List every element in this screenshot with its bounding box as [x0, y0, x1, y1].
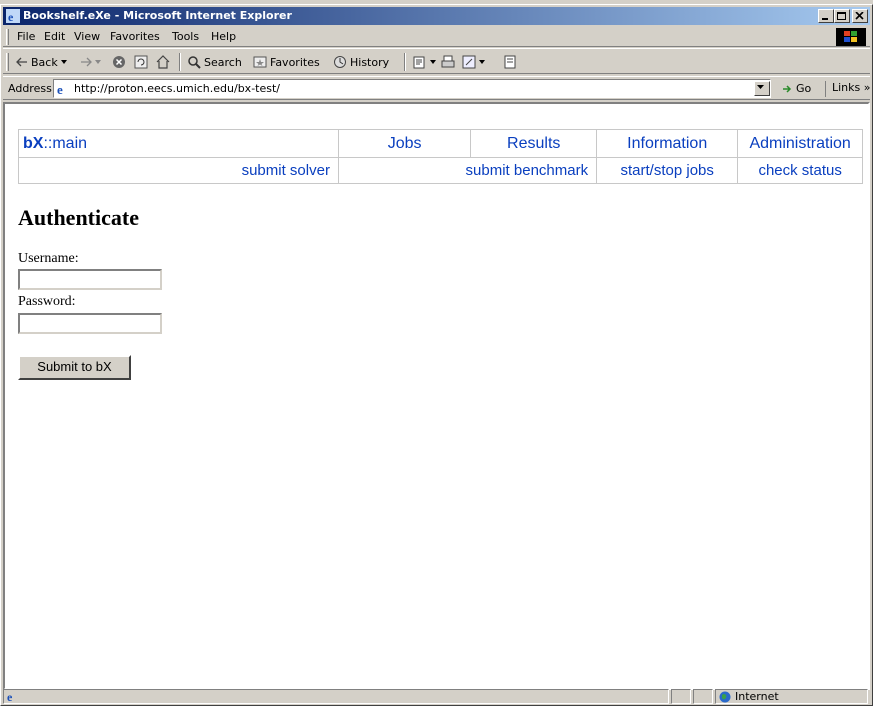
maximize-button[interactable]	[834, 9, 850, 23]
back-dropdown-icon	[60, 59, 67, 64]
search-button[interactable]: Search	[187, 54, 242, 70]
status-zone-cell: Internet	[715, 689, 868, 704]
print-icon	[441, 55, 455, 68]
links-label: Links	[832, 81, 861, 94]
standard-toolbar: Back Search Favorites History	[3, 48, 870, 74]
edit-dropdown-icon	[479, 59, 485, 64]
bx-navigation: bX::main Jobs Results Information Admini…	[18, 129, 863, 184]
mail-dropdown-icon	[430, 59, 436, 64]
svg-text:e: e	[57, 82, 63, 96]
submit-solver-link[interactable]: submit solver	[18, 157, 339, 184]
toolbar-separator	[179, 53, 181, 71]
status-message-cell: e	[3, 689, 669, 704]
address-input[interactable]: e http://proton.eecs.umich.edu/bx-test/	[53, 79, 771, 98]
toolbar-separator	[404, 53, 406, 71]
stop-button[interactable]	[112, 54, 126, 70]
forward-arrow-icon	[81, 57, 92, 67]
menu-tools[interactable]: Tools	[172, 30, 199, 43]
minimize-button[interactable]	[818, 9, 834, 23]
status-security-cell	[693, 689, 713, 704]
check-status-link[interactable]: check status	[737, 157, 863, 184]
go-button[interactable]: Go	[781, 82, 811, 95]
zone-label: Internet	[735, 690, 779, 703]
ie-app-icon: e	[6, 9, 20, 23]
go-arrow-icon	[783, 84, 792, 93]
menu-view[interactable]: View	[74, 30, 100, 43]
favorites-icon	[253, 56, 267, 68]
submit-button[interactable]: Submit to bX	[18, 355, 131, 380]
svg-text:e: e	[7, 690, 13, 703]
back-arrow-icon	[16, 57, 27, 67]
toolbar-grip	[6, 53, 9, 71]
bx-main-link[interactable]: bX::main	[18, 129, 339, 158]
mail-button[interactable]	[413, 54, 437, 70]
windows-logo-throbber	[836, 28, 866, 46]
username-label: Username:	[18, 251, 79, 266]
title-bar: e Bookshelf.eXe - Microsoft Internet Exp…	[3, 7, 870, 25]
internet-globe-icon	[719, 691, 731, 702]
maximize-icon	[837, 12, 846, 20]
refresh-button[interactable]	[134, 54, 148, 70]
history-label: History	[350, 55, 390, 69]
back-button[interactable]: Back	[16, 54, 68, 70]
go-label: Go	[796, 82, 812, 95]
search-icon	[188, 56, 201, 69]
start-stop-jobs-link[interactable]: start/stop jobs	[596, 157, 739, 184]
home-button[interactable]	[156, 54, 170, 70]
address-label: Address	[8, 82, 52, 95]
menu-bar: File Edit View Favorites Tools Help	[3, 27, 870, 47]
history-button[interactable]: History	[333, 54, 389, 70]
page-status-ie-icon: e	[7, 690, 13, 703]
refresh-icon	[134, 55, 148, 69]
menu-help[interactable]: Help	[211, 30, 236, 43]
close-icon	[855, 12, 864, 20]
menu-favorites[interactable]: Favorites	[110, 30, 160, 43]
password-field[interactable]	[18, 313, 162, 334]
browser-window: e Bookshelf.eXe - Microsoft Internet Exp…	[0, 4, 873, 706]
address-url: http://proton.eecs.umich.edu/bx-test/	[74, 82, 280, 95]
discuss-button[interactable]	[503, 54, 517, 70]
chevron-down-icon	[757, 85, 764, 89]
stop-icon	[113, 56, 125, 68]
username-field[interactable]	[18, 269, 162, 290]
menu-file[interactable]: File	[17, 30, 35, 43]
favorites-label: Favorites	[270, 55, 320, 69]
print-button[interactable]	[440, 54, 456, 70]
window-title: Bookshelf.eXe - Microsoft Internet Explo…	[23, 9, 292, 22]
page-viewport: bX::main Jobs Results Information Admini…	[3, 102, 870, 690]
brand-bold: bX	[23, 134, 44, 152]
back-label: Back	[31, 55, 58, 69]
links-button[interactable]: Links »	[825, 81, 871, 97]
nav-administration[interactable]: Administration	[737, 129, 863, 158]
page-ie-icon: e	[57, 82, 63, 96]
status-bar: e Internet	[3, 688, 870, 705]
page-title: Authenticate	[18, 205, 139, 230]
forward-button[interactable]	[80, 54, 102, 70]
edit-button[interactable]	[462, 54, 486, 70]
favorites-button[interactable]: Favorites	[253, 54, 320, 70]
minimize-icon	[822, 18, 828, 20]
status-progress-cell	[671, 689, 691, 704]
menu-grip	[6, 29, 9, 45]
menu-edit[interactable]: Edit	[44, 30, 65, 43]
forward-dropdown-icon	[95, 59, 101, 64]
svg-text:e: e	[8, 10, 14, 23]
edit-icon	[462, 55, 476, 69]
address-dropdown-button[interactable]	[754, 81, 770, 96]
submit-benchmark-link[interactable]: submit benchmark	[337, 157, 598, 184]
home-icon	[156, 55, 170, 69]
search-label: Search	[204, 55, 242, 69]
nav-information[interactable]: Information	[596, 129, 739, 158]
discuss-icon	[504, 55, 516, 69]
history-icon	[334, 56, 346, 68]
nav-jobs[interactable]: Jobs	[337, 129, 472, 158]
password-label: Password:	[18, 294, 76, 309]
address-bar: Address e http://proton.eecs.umich.edu/b…	[3, 76, 871, 100]
mail-icon	[413, 56, 425, 69]
chevron-right-double-icon: »	[863, 81, 871, 94]
close-button[interactable]	[852, 9, 868, 23]
brand-rest: ::main	[43, 134, 88, 152]
nav-results[interactable]: Results	[470, 129, 598, 158]
windows-flag-icon	[844, 31, 857, 42]
